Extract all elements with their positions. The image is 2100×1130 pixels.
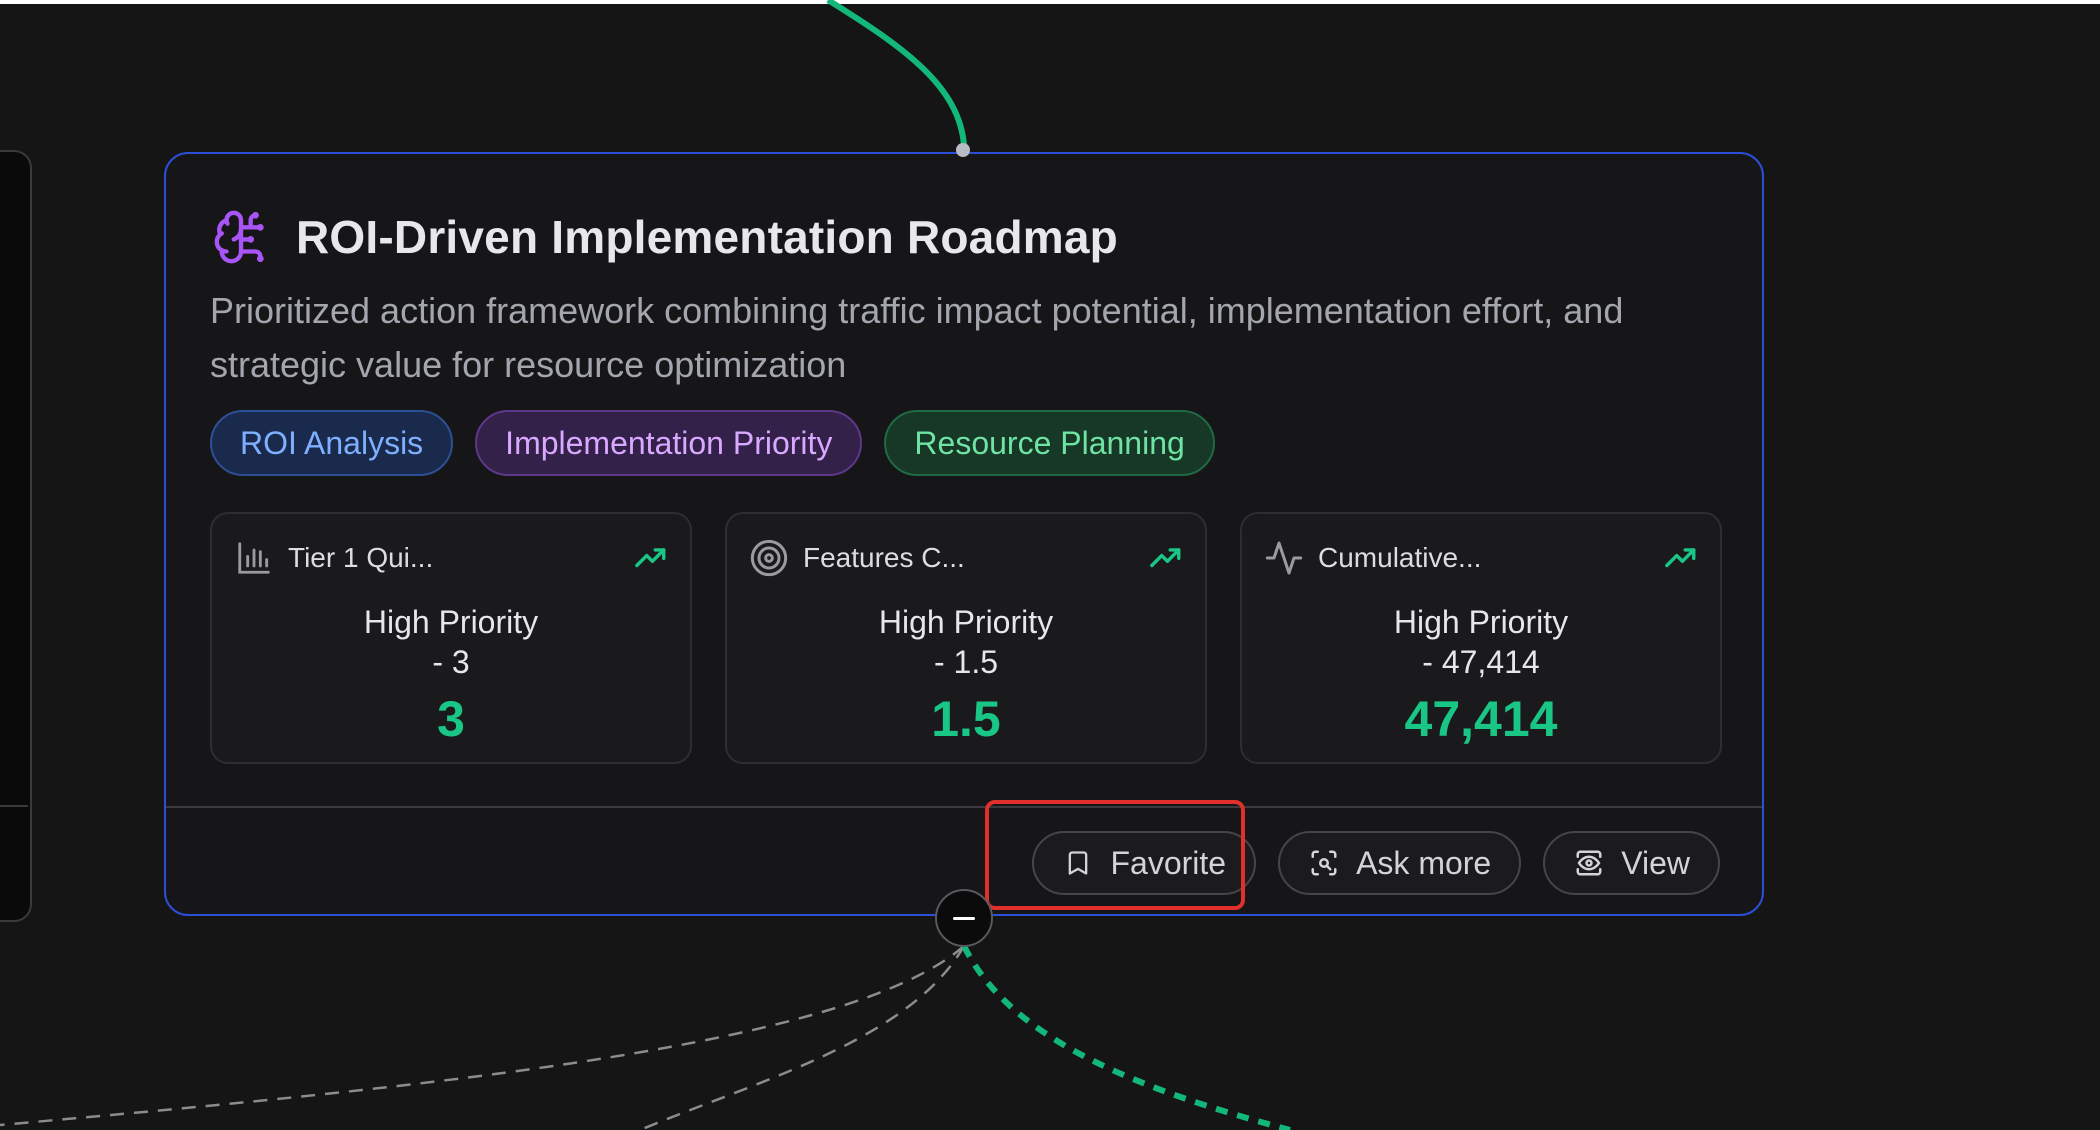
tag-implementation-priority[interactable]: Implementation Priority: [475, 410, 863, 476]
ask-more-button[interactable]: Ask more: [1278, 831, 1522, 895]
metric-label: Cumulative...: [1318, 542, 1482, 573]
metric-value: 1.5: [931, 691, 1001, 747]
metric-status-value: - 3: [432, 644, 470, 680]
roadmap-node-card[interactable]: ROI-Driven Implementation Roadmap Priori…: [164, 152, 1764, 916]
metric-card-cumulative[interactable]: Cumulative... High Priority - 47,414 47,…: [1240, 512, 1722, 764]
metric-label: Features C...: [803, 542, 965, 573]
card-description: Prioritized action framework combining t…: [210, 290, 1624, 385]
metric-header: Tier 1 Qui...: [234, 538, 433, 578]
tag-list: ROI Analysis Implementation Priority Res…: [210, 410, 1215, 476]
target-icon: [749, 538, 789, 578]
minus-icon: [952, 909, 976, 927]
view-button[interactable]: View: [1543, 831, 1720, 895]
metric-header: Features C...: [749, 538, 965, 578]
card-header: ROI-Driven Implementation Roadmap: [210, 202, 1118, 272]
flow-canvas[interactable]: ROI-Driven Implementation Roadmap Priori…: [0, 0, 2100, 1130]
trending-up-icon: [1664, 544, 1698, 570]
trending-up-icon: [1149, 544, 1183, 570]
scan-search-icon: [1308, 847, 1340, 879]
metric-value: 47,414: [1404, 691, 1558, 747]
metric-label: Tier 1 Qui...: [288, 542, 434, 573]
collapse-toggle[interactable]: [935, 889, 993, 947]
ask-more-button-label: Ask more: [1356, 844, 1492, 881]
metric-status-value: - 1.5: [933, 644, 999, 680]
metric-card-tier1[interactable]: Tier 1 Qui... High Priority - 3 3: [210, 512, 692, 764]
edge-dashed-left-1: [0, 945, 965, 1127]
metric-status: High Priority: [1393, 604, 1569, 640]
card-footer-divider: [166, 806, 1762, 808]
metric-value: 3: [437, 691, 465, 747]
metric-description: High Priority - 3: [212, 602, 690, 682]
trending-up-icon: [634, 544, 668, 570]
metric-header: Cumulative...: [1264, 538, 1481, 578]
brain-icon: [210, 206, 272, 268]
eye-icon: [1573, 847, 1605, 879]
activity-icon: [1264, 538, 1304, 578]
metric-status-value: - 47,414: [1422, 644, 1540, 680]
tag-resource-planning[interactable]: Resource Planning: [884, 410, 1215, 476]
metric-status: High Priority: [363, 604, 539, 640]
edge-dashed-left-2: [639, 945, 966, 1130]
tag-roi-analysis[interactable]: ROI Analysis: [210, 410, 454, 476]
adjacent-node-divider: [0, 805, 28, 807]
bar-chart-icon: [234, 538, 274, 578]
metric-description: High Priority - 1.5: [727, 602, 1205, 682]
view-button-label: View: [1621, 844, 1690, 881]
input-handle[interactable]: [956, 143, 970, 157]
metric-description: High Priority - 47,414: [1242, 602, 1720, 682]
metric-status: High Priority: [878, 604, 1054, 640]
metric-grid: Tier 1 Qui... High Priority - 3 3 Featur…: [210, 512, 1722, 764]
card-title: ROI-Driven Implementation Roadmap: [296, 211, 1118, 263]
edge-dashed-green: [961, 944, 1291, 1130]
metric-card-features[interactable]: Features C... High Priority - 1.5 1.5: [725, 512, 1207, 764]
annotation-highlight-box: [985, 800, 1245, 910]
edge-incoming: [826, 0, 967, 147]
